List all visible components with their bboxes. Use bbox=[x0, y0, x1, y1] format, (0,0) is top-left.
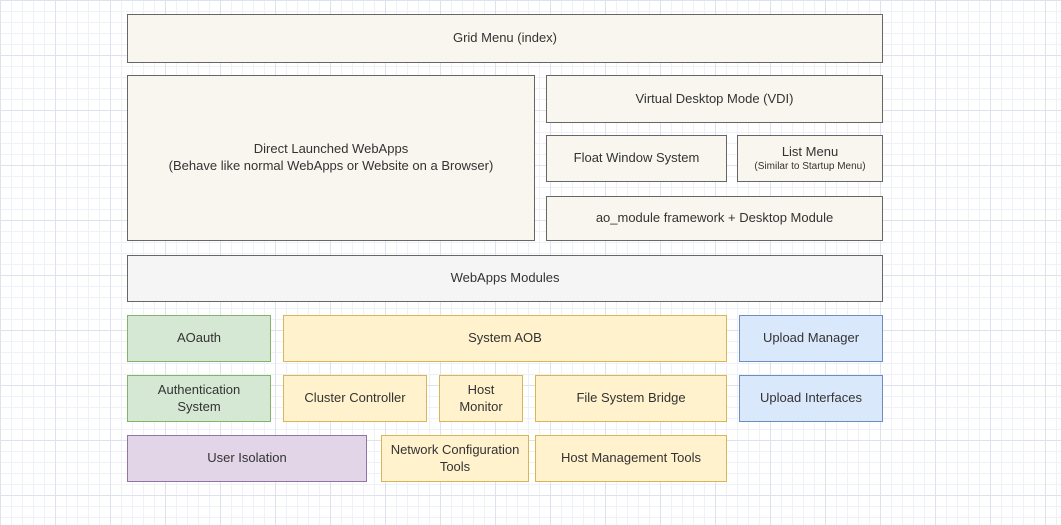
node-upload-interfaces-label: Upload Interfaces bbox=[760, 390, 862, 407]
node-system-aob-label: System AOB bbox=[468, 330, 542, 347]
node-grid-menu-label: Grid Menu (index) bbox=[453, 30, 557, 47]
node-virtual-desktop-mode[interactable]: Virtual Desktop Mode (VDI) bbox=[546, 75, 883, 123]
node-file-system-bridge[interactable]: File System Bridge bbox=[535, 375, 727, 422]
node-user-isolation[interactable]: User Isolation bbox=[127, 435, 367, 482]
node-system-aob[interactable]: System AOB bbox=[283, 315, 727, 362]
node-virtual-desktop-mode-label: Virtual Desktop Mode (VDI) bbox=[636, 91, 794, 108]
node-float-window-system-label: Float Window System bbox=[574, 150, 700, 167]
diagram-canvas: Grid Menu (index) Direct Launched WebApp… bbox=[0, 0, 1061, 525]
node-aoauth-label: AOauth bbox=[177, 330, 221, 347]
node-host-management-tools-label: Host Management Tools bbox=[561, 450, 701, 467]
node-authentication-system[interactable]: Authentication System bbox=[127, 375, 271, 422]
node-upload-manager[interactable]: Upload Manager bbox=[739, 315, 883, 362]
node-host-monitor-label: Host Monitor bbox=[448, 382, 514, 416]
node-direct-launched-webapps-label: Direct Launched WebApps bbox=[254, 141, 408, 158]
node-network-configuration-tools[interactable]: Network Configuration Tools bbox=[381, 435, 529, 482]
node-cluster-controller-label: Cluster Controller bbox=[304, 390, 405, 407]
node-ao-module-framework[interactable]: ao_module framework + Desktop Module bbox=[546, 196, 883, 241]
node-list-menu-label: List Menu bbox=[782, 144, 838, 161]
node-file-system-bridge-label: File System Bridge bbox=[576, 390, 685, 407]
node-ao-module-framework-label: ao_module framework + Desktop Module bbox=[596, 210, 833, 227]
node-list-menu[interactable]: List Menu (Similar to Startup Menu) bbox=[737, 135, 883, 182]
node-upload-interfaces[interactable]: Upload Interfaces bbox=[739, 375, 883, 422]
node-webapps-modules-label: WebApps Modules bbox=[451, 270, 560, 287]
node-grid-menu[interactable]: Grid Menu (index) bbox=[127, 14, 883, 63]
node-direct-launched-webapps[interactable]: Direct Launched WebApps (Behave like nor… bbox=[127, 75, 535, 241]
node-webapps-modules[interactable]: WebApps Modules bbox=[127, 255, 883, 302]
node-direct-launched-webapps-sublabel: (Behave like normal WebApps or Website o… bbox=[169, 158, 494, 175]
node-upload-manager-label: Upload Manager bbox=[763, 330, 859, 347]
node-aoauth[interactable]: AOauth bbox=[127, 315, 271, 362]
node-network-configuration-tools-label: Network Configuration Tools bbox=[390, 442, 520, 476]
node-cluster-controller[interactable]: Cluster Controller bbox=[283, 375, 427, 422]
node-user-isolation-label: User Isolation bbox=[207, 450, 286, 467]
node-host-monitor[interactable]: Host Monitor bbox=[439, 375, 523, 422]
node-float-window-system[interactable]: Float Window System bbox=[546, 135, 727, 182]
node-authentication-system-label: Authentication System bbox=[136, 382, 262, 416]
node-host-management-tools[interactable]: Host Management Tools bbox=[535, 435, 727, 482]
node-list-menu-sublabel: (Similar to Startup Menu) bbox=[754, 161, 865, 173]
